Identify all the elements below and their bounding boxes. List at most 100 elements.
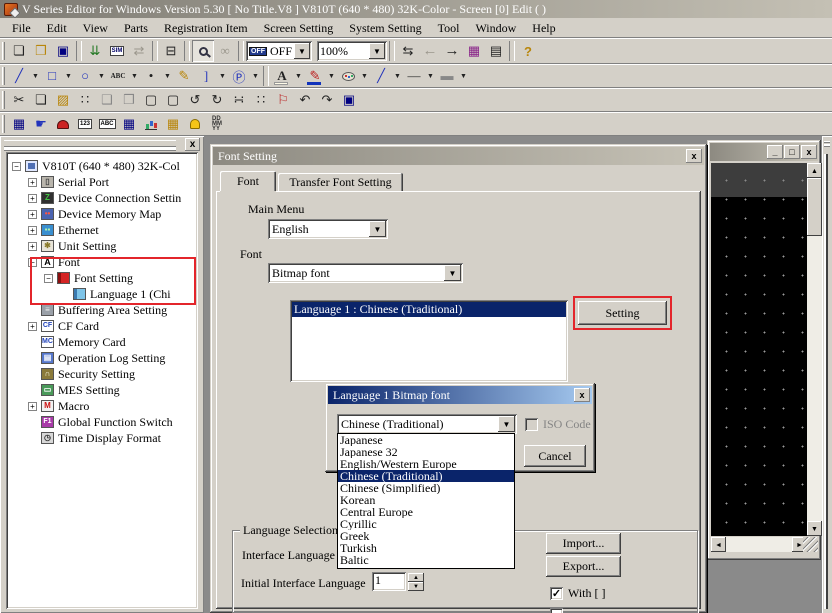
- expand-icon[interactable]: +: [28, 178, 37, 187]
- option-korean[interactable]: Korean: [338, 494, 514, 506]
- option-central-europe[interactable]: Central Europe: [338, 506, 514, 518]
- option-greek[interactable]: Greek: [338, 530, 514, 542]
- rotate-right-button[interactable]: ↻: [206, 89, 228, 111]
- next-screen-button[interactable]: →: [441, 40, 463, 62]
- group-button[interactable]: ∺: [228, 89, 250, 111]
- menu-parts[interactable]: Parts: [116, 19, 156, 38]
- menu-edit[interactable]: Edit: [39, 19, 75, 38]
- rectangle-tool-button[interactable]: □: [41, 65, 63, 87]
- option-japanese[interactable]: Japanese: [338, 434, 514, 446]
- fill-style-button[interactable]: ▬: [436, 65, 458, 87]
- partial-checkbox[interactable]: [550, 608, 563, 613]
- option-turkish[interactable]: Turkish: [338, 542, 514, 554]
- toolbar-grip[interactable]: [2, 115, 5, 133]
- expand-icon[interactable]: +: [28, 226, 37, 235]
- text-tool-dropdown[interactable]: ▼: [129, 65, 140, 87]
- screen-canvas[interactable]: [711, 163, 807, 536]
- multi-view-button[interactable]: ∞: [214, 40, 236, 62]
- send-to-back-button[interactable]: ❑: [96, 89, 118, 111]
- menu-registration-item[interactable]: Registration Item: [156, 19, 256, 38]
- toolbar-grip[interactable]: [2, 67, 5, 85]
- dot-tool-button[interactable]: •: [140, 65, 162, 87]
- date-display-button[interactable]: DD MM YY: [206, 113, 228, 135]
- scale-tool-button[interactable]: ]: [195, 65, 217, 87]
- tree-item-ethernet[interactable]: + ▪▪ Ethernet: [12, 222, 194, 238]
- combo-dropdown-icon[interactable]: ▼: [369, 43, 385, 59]
- panel-grip[interactable]: [4, 140, 176, 147]
- tree-item-buffering-area[interactable]: ≡ Buffering Area Setting: [12, 302, 194, 318]
- with-brackets-checkbox[interactable]: ✓ With [ ]: [550, 586, 606, 601]
- expand-icon[interactable]: +: [28, 194, 37, 203]
- previous-screen-button[interactable]: ←: [419, 40, 441, 62]
- combo-dropdown-icon[interactable]: ▼: [369, 221, 386, 237]
- rectangle-tool-dropdown[interactable]: ▼: [63, 65, 74, 87]
- palette-button[interactable]: [337, 65, 359, 87]
- option-cyrillic[interactable]: Cyrillic: [338, 518, 514, 530]
- toolbar-grip[interactable]: [2, 42, 5, 60]
- language-listbox[interactable]: Language 1 : Chinese (Traditional): [290, 300, 568, 382]
- spin-up-button[interactable]: ▲: [408, 573, 424, 582]
- tab-font[interactable]: Font: [220, 171, 276, 192]
- help-button[interactable]: ?: [517, 40, 539, 62]
- numeric-display-button[interactable]: 123: [74, 113, 96, 135]
- pin-button[interactable]: ⚐: [272, 89, 294, 111]
- tree-item-device-memory-map[interactable]: + •• Device Memory Map: [12, 206, 194, 222]
- scroll-down-button[interactable]: ▼: [807, 521, 822, 536]
- minimize-button[interactable]: _: [767, 145, 783, 159]
- font-type-combo[interactable]: Bitmap font ▼: [268, 263, 463, 283]
- ungroup-button[interactable]: ∷: [250, 89, 272, 111]
- display-state-combo[interactable]: OFF OFF ▼: [246, 41, 312, 61]
- iso-code-checkbox[interactable]: ISO Code: [525, 417, 591, 432]
- lamp-part-button[interactable]: [52, 113, 74, 135]
- scroll-thumb[interactable]: [807, 178, 822, 236]
- initial-interface-language-input[interactable]: 1: [372, 572, 406, 591]
- menu-file[interactable]: File: [4, 19, 39, 38]
- frame-select-button[interactable]: ▢: [140, 89, 162, 111]
- language-list-item[interactable]: Language 1 : Chinese (Traditional): [292, 302, 566, 317]
- tree-item-mes-setting[interactable]: ▭ MES Setting: [12, 382, 194, 398]
- option-chinese-traditional[interactable]: Chinese (Traditional): [338, 470, 514, 482]
- transfer-disabled-button[interactable]: ⇄: [128, 40, 150, 62]
- bring-to-front-button[interactable]: ❒: [118, 89, 140, 111]
- cancel-button[interactable]: Cancel: [524, 445, 586, 467]
- char-color-dropdown[interactable]: ▼: [293, 65, 304, 87]
- tree-item-language-1[interactable]: Language 1 (Chi: [12, 286, 194, 302]
- multi-copy-button[interactable]: ∷: [74, 89, 96, 111]
- palette-dropdown[interactable]: ▼: [359, 65, 370, 87]
- expand-icon[interactable]: +: [28, 242, 37, 251]
- item-list-button[interactable]: ▤: [485, 40, 507, 62]
- screen-list-button[interactable]: ▦: [463, 40, 485, 62]
- combo-dropdown-icon[interactable]: ▼: [444, 265, 461, 281]
- menu-window[interactable]: Window: [467, 19, 524, 38]
- parts-mark-button[interactable]: Ⓟ: [228, 65, 250, 87]
- tree-item-v810t[interactable]: − V810T (640 * 480) 32K-Col: [12, 158, 194, 174]
- screen-transfer-button[interactable]: ⇊: [84, 40, 106, 62]
- expand-icon[interactable]: +: [28, 402, 37, 411]
- tree-item-font-setting[interactable]: − Font Setting: [12, 270, 194, 286]
- tree-item-time-display-format[interactable]: ◷ Time Display Format: [12, 430, 194, 446]
- spin-down-button[interactable]: ▼: [408, 582, 424, 591]
- close-button[interactable]: x: [801, 145, 817, 159]
- pen-color-button[interactable]: ✎: [304, 65, 326, 87]
- tree-item-macro[interactable]: + M Macro: [12, 398, 194, 414]
- horizontal-scrollbar[interactable]: ◄ ►: [711, 537, 807, 552]
- save-button[interactable]: ▣: [52, 40, 74, 62]
- expand-icon[interactable]: +: [28, 322, 37, 331]
- scroll-up-button[interactable]: ▲: [807, 163, 822, 178]
- zoom-level-combo[interactable]: 100% ▼: [317, 41, 387, 61]
- expand-icon[interactable]: +: [28, 210, 37, 219]
- menu-tool[interactable]: Tool: [430, 19, 468, 38]
- alarm-part-button[interactable]: [184, 113, 206, 135]
- line-tool-dropdown[interactable]: ▼: [30, 65, 41, 87]
- zoom-area-button[interactable]: [192, 40, 214, 62]
- print-button[interactable]: ⊟: [160, 40, 182, 62]
- collapse-icon[interactable]: −: [12, 162, 21, 171]
- screen-block-button[interactable]: ▦: [8, 113, 30, 135]
- open-button[interactable]: ❒: [30, 40, 52, 62]
- tree-item-operation-log[interactable]: ▤ Operation Log Setting: [12, 350, 194, 366]
- undo-button[interactable]: ↶: [294, 89, 316, 111]
- new-button[interactable]: ❏: [8, 40, 30, 62]
- text-tool-button[interactable]: ABC: [107, 65, 129, 87]
- line-type-dropdown[interactable]: ▼: [392, 65, 403, 87]
- scroll-left-button[interactable]: ◄: [711, 537, 726, 552]
